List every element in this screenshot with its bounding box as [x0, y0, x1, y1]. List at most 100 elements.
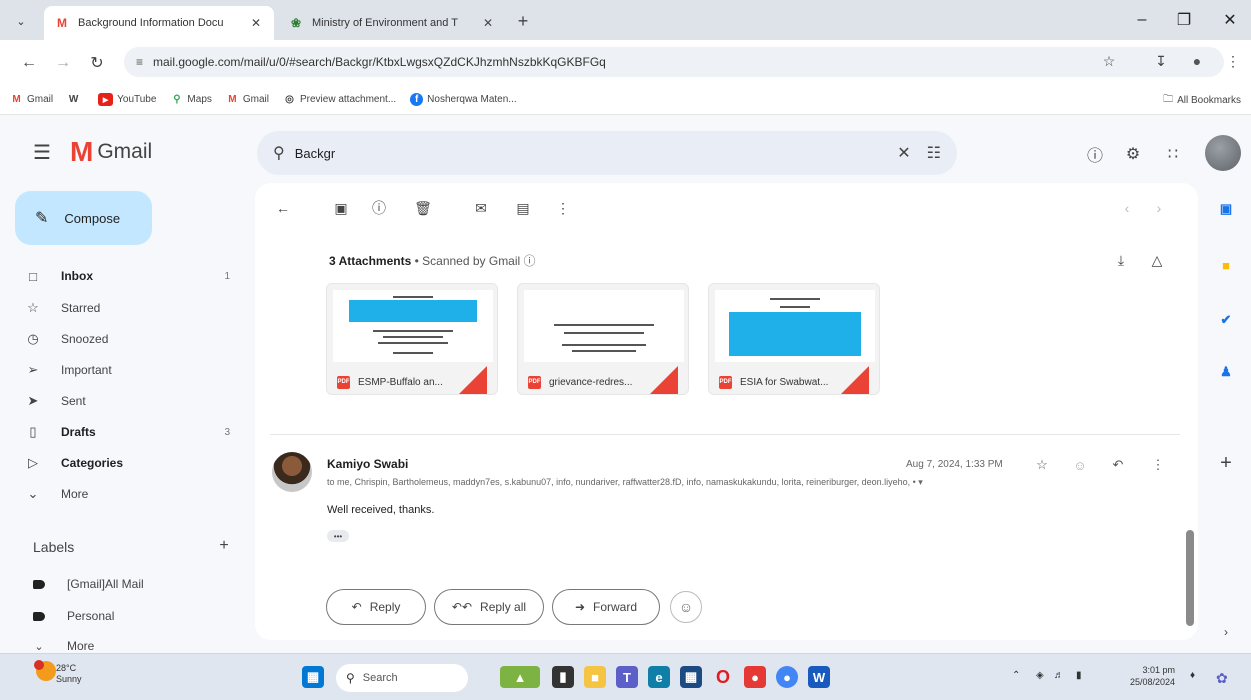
edge-icon[interactable]: e	[648, 666, 670, 688]
bookmark-preview-attachment[interactable]: ◎ Preview attachment...	[283, 93, 396, 106]
move-to-icon[interactable]: ▤	[512, 197, 534, 219]
nav-drafts[interactable]: ▯ Drafts 3	[25, 418, 235, 446]
help-icon[interactable]: ⓘ	[1082, 141, 1108, 167]
forward-button[interactable]: ➜ Forward	[552, 589, 660, 625]
contacts-icon[interactable]: ♟	[1216, 362, 1236, 382]
emoji-react-icon[interactable]: ☺	[1070, 455, 1090, 475]
windows-start-icon[interactable]: ▦	[302, 666, 324, 688]
reload-icon[interactable]: ↻	[86, 52, 108, 74]
search-options-icon[interactable]: ☷	[927, 143, 941, 163]
battery-icon[interactable]: ▮	[1076, 670, 1082, 681]
tab-background-information[interactable]: M Background Information Docu ✕	[44, 6, 274, 40]
nav-starred[interactable]: ☆ Starred	[25, 294, 235, 322]
minimize-icon[interactable]: –	[1130, 8, 1154, 32]
url-bar[interactable]: ≡ mail.google.com/mail/u/0/#search/Backg…	[124, 47, 1224, 77]
task-view-icon[interactable]: ▮	[552, 666, 574, 688]
all-bookmarks[interactable]: 🗀 All Bookmarks	[1163, 92, 1241, 109]
back-icon[interactable]: ←	[18, 52, 40, 74]
close-tab-icon[interactable]: ✕	[480, 16, 496, 30]
file-explorer-icon[interactable]: ■	[584, 666, 606, 688]
bookmark-youtube[interactable]: ▶ YouTube	[98, 93, 156, 106]
download-all-icon[interactable]: ⤓	[1110, 249, 1132, 271]
notifications-bell-icon[interactable]: ♦	[1190, 670, 1195, 681]
site-settings-icon[interactable]: ≡	[136, 55, 143, 69]
star-icon[interactable]: ☆	[1032, 455, 1052, 475]
scrollbar[interactable]	[1186, 530, 1194, 626]
widgets-landscape-icon[interactable]: ▲	[500, 666, 540, 688]
download-icon[interactable]: ↧	[1150, 50, 1172, 72]
apps-grid-icon[interactable]: ∷	[1160, 141, 1186, 167]
delete-icon[interactable]: 🗑	[412, 197, 434, 219]
sender-name[interactable]: Kamiyo Swabi	[327, 457, 408, 471]
calendar-icon[interactable]: ▣	[1216, 199, 1236, 219]
get-addons-icon[interactable]: +	[1214, 451, 1238, 475]
attachment-card[interactable]: PDF ESMP-Buffalo an...	[326, 283, 498, 395]
clear-search-icon[interactable]: ✕	[897, 143, 910, 163]
attachment-card[interactable]: PDF grievance-redres...	[517, 283, 689, 395]
label-all-mail[interactable]: [Gmail]All Mail	[33, 571, 233, 597]
bookmark-gmail[interactable]: M Gmail	[10, 93, 53, 106]
search-bar[interactable]: ⚲ Backgr ✕ ☷	[257, 131, 957, 175]
nav-categories[interactable]: ▷ Categories	[25, 449, 235, 477]
profile-icon[interactable]: ●	[1186, 50, 1208, 72]
copilot-icon[interactable]: ✿	[1216, 670, 1228, 687]
show-trimmed-content[interactable]: •••	[327, 530, 349, 542]
restore-icon[interactable]: ❐	[1172, 8, 1196, 32]
tasks-icon[interactable]: ✔	[1216, 310, 1236, 330]
report-spam-icon[interactable]: ⓘ	[368, 197, 390, 219]
bookmark-maps[interactable]: ⚲ Maps	[170, 93, 212, 106]
reply-icon[interactable]: ↶	[1108, 455, 1128, 475]
nav-more[interactable]: ⌄ More	[25, 480, 235, 508]
store-icon[interactable]: ▦	[680, 666, 702, 688]
new-tab-icon[interactable]: +	[512, 10, 534, 32]
nav-inbox[interactable]: □ Inbox 1	[25, 262, 235, 290]
search-icon[interactable]: ⚲	[273, 143, 285, 163]
nav-important[interactable]: ➢ Important	[25, 356, 235, 384]
tray-overflow-icon[interactable]: ⌃	[1012, 670, 1020, 681]
archive-icon[interactable]: ▣	[330, 197, 352, 219]
attachment-card[interactable]: PDF ESIA for Swabwat...	[708, 283, 880, 395]
mark-unread-icon[interactable]: ✉	[470, 197, 492, 219]
keep-icon[interactable]: ■	[1216, 255, 1236, 275]
teams-icon[interactable]: T	[616, 666, 638, 688]
browser-menu-icon[interactable]: ⋮	[1222, 50, 1244, 72]
recipients-list[interactable]: to me, Chrispin, Bartholemeus, maddyn7es…	[327, 477, 1107, 488]
bookmark-gmail-2[interactable]: M Gmail	[226, 93, 269, 106]
sender-avatar[interactable]	[272, 452, 312, 492]
forward-icon[interactable]: →	[52, 52, 74, 74]
account-avatar[interactable]	[1205, 135, 1241, 171]
save-to-drive-icon[interactable]: △	[1146, 249, 1168, 271]
main-menu-icon[interactable]: ☰	[30, 140, 54, 164]
compose-button[interactable]: ✎ Compose	[15, 191, 152, 245]
tab-ministry-environment[interactable]: ❀ Ministry of Environment and T ✕	[278, 6, 506, 40]
add-label-icon[interactable]: +	[214, 536, 234, 556]
older-icon[interactable]: ›	[1148, 197, 1170, 219]
close-window-icon[interactable]: ✕	[1218, 8, 1242, 32]
bookmark-facebook[interactable]: f Nosherqwa Maten...	[410, 93, 517, 106]
weather-widget[interactable]: 28°C Sunny	[56, 663, 82, 685]
app-icon[interactable]: ●	[744, 666, 766, 688]
reply-all-button[interactable]: ↶↶ Reply all	[434, 589, 544, 625]
message-more-icon[interactable]: ⋮	[1148, 455, 1168, 475]
chrome-icon[interactable]: ●	[776, 666, 798, 688]
gmail-logo[interactable]: M Gmail	[70, 136, 152, 168]
wifi-icon[interactable]: ◈	[1036, 670, 1044, 681]
hide-side-panel-icon[interactable]: ›	[1216, 622, 1236, 642]
nav-snoozed[interactable]: ◷ Snoozed	[25, 325, 235, 353]
reply-button[interactable]: ↶ Reply	[326, 589, 426, 625]
bookmark-star-icon[interactable]: ☆	[1098, 50, 1120, 72]
back-to-search-icon[interactable]: ←	[272, 197, 294, 219]
close-tab-icon[interactable]: ✕	[248, 16, 264, 30]
settings-gear-icon[interactable]: ⚙	[1120, 141, 1146, 167]
search-input[interactable]: Backgr	[295, 146, 882, 161]
more-actions-icon[interactable]: ⋮	[552, 197, 574, 219]
system-clock[interactable]: 3:01 pm 25/08/2024	[1130, 664, 1175, 688]
taskbar-search[interactable]: ⚲ Search	[336, 664, 468, 692]
volume-icon[interactable]: ♬	[1054, 670, 1064, 681]
word-icon[interactable]: W	[808, 666, 830, 688]
nav-sent[interactable]: ➤ Sent	[25, 387, 235, 415]
tab-search-icon[interactable]: ⌄	[10, 10, 32, 32]
opera-icon[interactable]: O	[712, 666, 734, 688]
newer-icon[interactable]: ‹	[1116, 197, 1138, 219]
label-personal[interactable]: Personal	[33, 603, 233, 629]
